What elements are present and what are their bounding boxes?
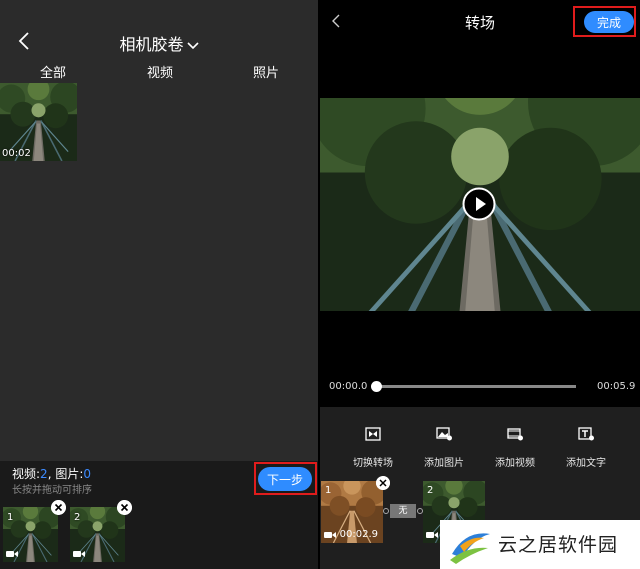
watermark-text: 云之居软件园	[498, 534, 619, 556]
image-count: 0	[83, 467, 92, 481]
transition-icon	[365, 427, 381, 441]
add-video-icon	[507, 428, 523, 441]
media-tabs: 全部 视频 照片	[0, 62, 318, 81]
add-text-icon	[578, 427, 594, 441]
add-video-tool[interactable]: 添加视频	[480, 427, 550, 470]
timeline-clip-1[interactable]: 1 00:02.9	[321, 481, 383, 543]
progress-handle[interactable]	[371, 381, 382, 392]
transition-connector-dot	[383, 508, 389, 514]
total-time: 00:05.9	[597, 381, 636, 392]
transition-badge[interactable]: 无	[390, 504, 416, 518]
video-camera-icon	[73, 551, 85, 557]
add-text-tool[interactable]: 添加文字	[551, 427, 621, 470]
add-image-tool[interactable]: 添加图片	[409, 427, 479, 470]
media-thumbnail[interactable]: 00:02	[0, 83, 77, 161]
done-button[interactable]: 完成	[584, 11, 634, 33]
watermark: 云之居软件园	[440, 520, 640, 569]
clip-index: 2	[427, 485, 434, 496]
video-camera-icon	[426, 532, 438, 538]
image-count-label: 图片:	[55, 467, 84, 481]
video-camera-icon	[324, 532, 336, 538]
progress-track[interactable]	[376, 385, 576, 388]
sort-hint: 长按并拖动可排序	[12, 485, 92, 496]
album-title[interactable]: 相机胶卷	[0, 31, 318, 55]
album-title-label: 相机胶卷	[119, 35, 184, 54]
thumbnail-duration: 00:02	[2, 148, 31, 159]
video-count: 2	[40, 467, 48, 481]
remove-clip-icon[interactable]	[376, 476, 390, 490]
tab-photo[interactable]: 照片	[253, 62, 279, 81]
selection-count: 视频:2, 图片:0	[12, 465, 91, 482]
video-count-label: 视频:	[12, 467, 41, 481]
remove-selected-2-icon[interactable]	[117, 500, 132, 515]
selected-item-1[interactable]: 1	[3, 507, 58, 562]
watermark-logo-icon	[450, 533, 490, 564]
add-image-icon	[436, 427, 452, 441]
tool-label: 添加文字	[566, 458, 606, 469]
play-icon[interactable]	[462, 187, 496, 221]
current-time: 00:00.0	[329, 381, 368, 392]
tool-label: 添加视频	[495, 458, 535, 469]
switch-transition-tool[interactable]: 切换转场	[338, 427, 408, 470]
video-camera-icon	[6, 551, 18, 557]
chevron-down-icon	[186, 41, 199, 49]
clip-index: 1	[325, 485, 332, 496]
next-step-button[interactable]: 下一步	[258, 467, 312, 491]
selected-index: 1	[7, 512, 14, 523]
selected-item-2[interactable]: 2	[70, 507, 125, 562]
album-panel: 相机胶卷 全部 视频 照片 00:02 视频:2, 图片:0 长按并拖动可排序 …	[0, 0, 318, 569]
clip-duration: 00:02.9	[339, 529, 378, 540]
tab-video[interactable]: 视频	[147, 62, 173, 81]
remove-selected-1-icon[interactable]	[51, 500, 66, 515]
selected-index: 2	[74, 512, 81, 523]
tool-label: 切换转场	[353, 458, 393, 469]
tool-label: 添加图片	[424, 458, 464, 469]
tab-all[interactable]: 全部	[40, 62, 66, 81]
